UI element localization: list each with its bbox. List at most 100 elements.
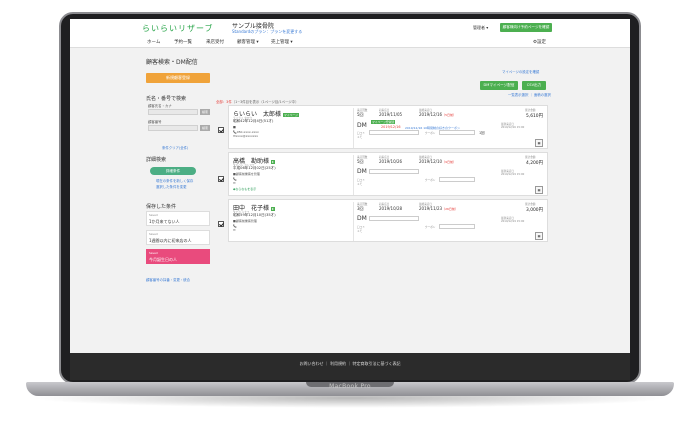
last-visit-value: 2019/12/16（5日前） [419,112,456,117]
customer-card[interactable]: 田中 花子様 ♦ タナカ ハナコ 昭和59年12月10日(35才) ■顧客前乗客管… [228,199,548,242]
customer-card[interactable]: 高橋 勘助様 ♦ タカハシ カンスケ 平成06年12月02日(25才) ■顧客前乗… [228,152,548,196]
last-visit-value: 2019/11/23（26日前） [419,206,458,211]
page-title: 顧客検索・DM配信 [146,59,198,66]
dm-send-button[interactable]: DMマイページ配信 [480,81,518,90]
customer-page-button[interactable]: 顧客様向け予約ページを確認 [500,23,552,32]
customer-birth: 昭和59年12月10日(35才) [233,213,276,217]
total-amount: 3,000円 [526,208,543,213]
settings-label: 設定 [537,40,547,45]
customer-birth: 昭和42年12月4日(51才) [233,119,274,123]
customer-checkbox[interactable] [218,176,224,182]
review-input[interactable] [369,216,419,221]
coupon-input[interactable] [439,130,475,135]
usage-count: 1回 [479,131,485,135]
customer-email: ✉ [233,181,236,185]
mail-settings-link[interactable]: マイページの設定を確認 [502,69,539,74]
app-logo[interactable]: らいらいリザーブ [142,23,214,34]
memo-label: メモ [357,183,363,186]
admin-menu[interactable]: 管理者 ▾ [473,25,488,31]
saved-conditions-heading: 保存した条件 [146,204,177,210]
clear-conditions-link[interactable]: 条件クリア(全件) [162,145,188,150]
first-visit-value: 2019/10/26 [379,159,403,164]
laptop-brand-label: MacBook Pro [329,383,371,390]
customer-note: ■顧客前乗客を管理 [233,172,260,176]
dm-coupon-link[interactable]: 2019/12/16 10時間制の好きのクーポン [405,126,460,130]
customer-birth: 平成06年12月02日(25才) [233,166,276,170]
visits-value: 5回 [357,159,364,164]
settings-link[interactable]: ⚙設定 [533,39,546,45]
edit-condition-link[interactable]: 選択した条件を変更 [156,184,187,189]
name-field-label: 顧客氏名・カナ [148,104,172,108]
customer-phone: 📞 [233,223,237,228]
nav-item-reception[interactable]: 来店受付 [206,39,224,45]
save-condition-link[interactable]: 現在の条件を新しく保存 [156,178,193,183]
card-divider [353,108,354,148]
total-amount: 5,610円 [526,114,543,119]
calendar-icon[interactable]: ▦ [535,186,543,194]
customer-note: ■顧客前乗客管理 [233,219,257,223]
customer-tag: マイページ [283,112,299,117]
name-search-button[interactable]: 検索 [200,109,210,115]
coupon-input[interactable] [439,177,475,182]
saved-sub-label: Saved [149,251,158,255]
latest-visit-date: 2019/12/19 15:00 [501,173,525,176]
detail-conditions-button[interactable]: 詳細条件 [150,167,196,175]
customer-tag-icon: ♦ [271,206,275,211]
total-label: 累計金額 [525,109,536,112]
number-search-input[interactable] [148,125,198,131]
first-visit-value: 2019/10/28 [379,206,403,211]
list-view-links[interactable]: 一覧表示選択 ｜ 面積の選択 [508,92,551,97]
show-more-link[interactable]: ◆ならなもを表示 [233,187,256,191]
last-visit-note: （26日前） [442,207,458,211]
calendar-icon[interactable]: ▦ [535,232,543,240]
detail-search-heading: 詳細検索 [146,157,167,163]
card-divider [353,155,354,195]
visits-value: 3回 [357,206,364,211]
nav-item-customers[interactable]: 顧客管理 ▾ [237,39,259,45]
nav-item-home[interactable]: ホーム [147,39,160,45]
main-nav: ホーム 予約一覧 来店受付 顧客管理 ▾ 売上管理 ▾ ⚙設定 [70,36,630,48]
result-total: 全部：3件 [216,100,232,104]
customer-checkbox[interactable] [218,127,224,133]
customer-phone: 📞 [233,176,237,181]
customer-number-settings-link[interactable]: 顧客番号の採番・変更・統合 [146,277,190,282]
saved-sub-label: Saved [149,213,158,217]
nav-item-sales[interactable]: 売上管理 ▾ [271,39,293,45]
csv-export-button[interactable]: CSV出力 [522,81,546,90]
number-field-label: 顧客番号 [148,120,162,124]
saved-condition-item-active[interactable]: Saved 今月誕生日の人 [146,249,210,264]
number-search-button[interactable]: 検索 [200,125,210,131]
customer-checkbox[interactable] [218,221,224,227]
app-footer: お問い合わせ ｜ 利用規約 ｜ 特定商取引法に基づく表記 [70,353,630,380]
name-search-heading: 氏名・番号で検索 [146,96,187,102]
dm-label: DM [357,122,367,129]
last-visit-note: （5日前） [442,113,456,117]
customer-email: ✉ [233,228,236,232]
saved-condition-item[interactable]: Saved 1週間以内に初来店の人 [146,230,210,245]
plan-link[interactable]: Standardのプラン：プランを変更する [232,29,302,35]
coupon-label: クーポン [425,132,436,135]
nav-item-reservations[interactable]: 予約一覧 [174,39,192,45]
customer-phone: 📞050-xxxx-xxxx [233,129,259,134]
name-search-input[interactable] [148,109,198,115]
coupon-label: クーポン [425,179,436,182]
saved-sub-label: Saved [149,232,158,236]
memo-label: メモ [357,136,363,139]
saved-condition-item[interactable]: Saved 1か月来てない人 [146,211,210,226]
last-visit-date: 2019/12/16 [419,112,443,117]
review-input[interactable] [369,130,419,135]
last-visit-date: 2019/11/23 [419,206,443,211]
coupon-input[interactable] [439,224,475,229]
review-input[interactable] [369,169,419,174]
latest-visit-date: 2019/12/19 15:00 [501,220,525,223]
saved-label: 今月誕生日の人 [149,257,177,262]
result-range: （1~3件目を表示（1ページ目/1ページ中） [231,100,299,104]
footer-links[interactable]: お問い合わせ ｜ 利用規約 ｜ 特定商取引法に基づく表記 [70,361,630,367]
visits-value: 5回 [357,112,364,117]
result-count: 全部：3件（1~3件目を表示（1ページ目/1ページ中） [216,99,298,104]
calendar-icon[interactable]: ▦ [535,139,543,147]
new-customer-button[interactable]: 新規顧客登録 [146,73,210,83]
total-label: 累計金額 [525,203,536,206]
customer-note: ■ [233,125,236,129]
customer-card[interactable]: らいらい 太郎様 マイページ ライライ タロウ 昭和42年12月4日(51才) ■… [228,105,548,149]
